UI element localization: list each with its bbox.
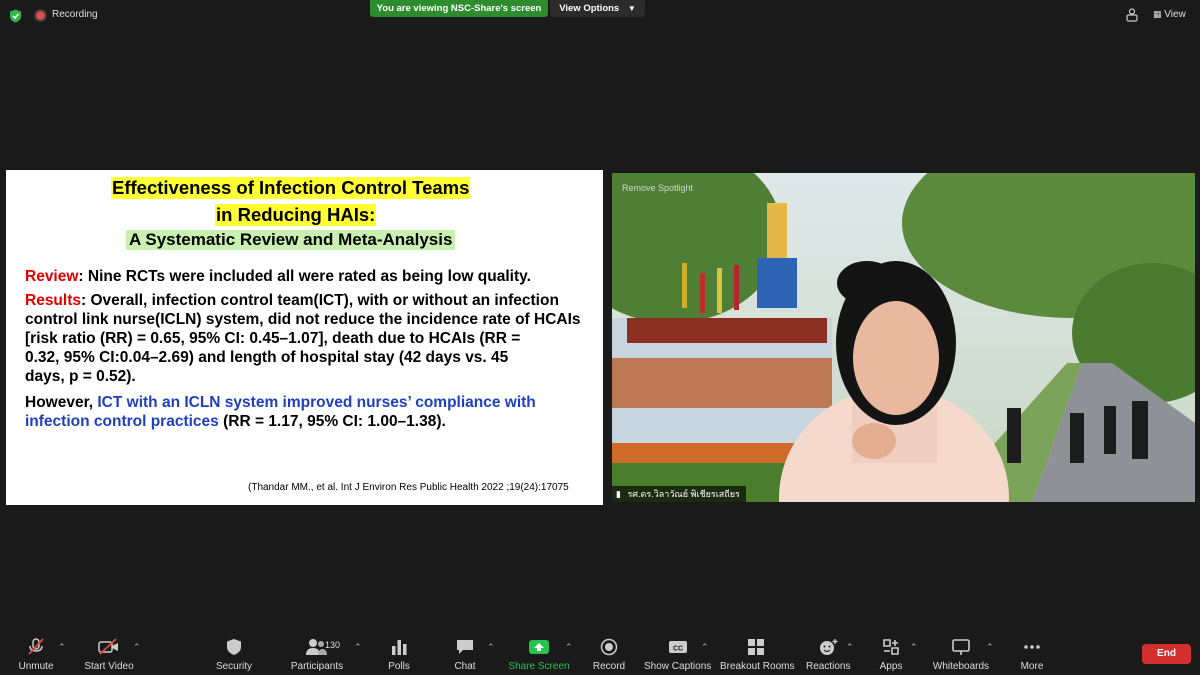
results-line-1: Results: Overall, infection control team… xyxy=(25,291,559,311)
whiteboards-options-chevron-icon[interactable]: ⌃ xyxy=(986,642,994,653)
chat-bubble-icon xyxy=(457,640,473,654)
captions-options-chevron-icon[interactable]: ⌃ xyxy=(701,642,709,653)
shield-icon xyxy=(227,639,241,655)
viewing-share-banner: You are viewing NSC-Share's screen xyxy=(370,0,548,17)
breakout-rooms-grid-icon xyxy=(748,639,764,655)
polls-bar-chart-icon xyxy=(392,640,407,655)
polls-label: Polls xyxy=(388,661,410,672)
whiteboards-button[interactable]: Whiteboards xyxy=(930,630,992,675)
results-text-1: : Overall, infection control team(ICT), … xyxy=(81,292,559,309)
show-captions-label: Show Captions xyxy=(644,661,712,672)
slide-subtitle: A Systematic Review and Meta-Analysis xyxy=(126,230,456,250)
recording-dot-icon xyxy=(36,11,45,20)
video-camera-off-icon xyxy=(98,638,118,655)
view-options-label: View Options xyxy=(559,3,620,14)
however-line-1: However, ICT with an ICLN system improve… xyxy=(25,393,536,413)
shield-check-icon[interactable] xyxy=(9,9,22,23)
however-prefix: However, xyxy=(25,394,98,411)
more-label: More xyxy=(1020,661,1044,672)
share-options-chevron-icon[interactable]: ⌃ xyxy=(565,642,573,653)
chevron-down-icon: ▼ xyxy=(627,4,636,13)
video-options-chevron-icon[interactable]: ⌃ xyxy=(133,642,141,653)
top-bar: Recording You are viewing NSC-Share's sc… xyxy=(0,0,1200,30)
share-screen-arrow-icon xyxy=(529,640,549,654)
participants-options-chevron-icon[interactable]: ⌃ xyxy=(354,642,362,653)
closed-captions-icon: CC xyxy=(668,641,687,653)
signal-bars-icon: ▮ xyxy=(616,489,621,499)
however-suffix: (RR = 1.17, 95% CI: 1.00–1.38). xyxy=(218,413,446,430)
reactions-button[interactable]: Reactions xyxy=(806,630,850,675)
participant-name-tag: ▮ รศ.ดร.วิลาวัณย์ พิเชียรเสถียร xyxy=(612,486,746,502)
apps-label: Apps xyxy=(879,661,903,672)
chat-options-chevron-icon[interactable]: ⌃ xyxy=(487,642,495,653)
more-dots-icon xyxy=(1024,645,1040,649)
review-text: : Nine RCTs were included all were rated… xyxy=(78,268,531,285)
share-screen-button[interactable]: Share Screen xyxy=(507,630,571,675)
participant-name: รศ.ดร.วิลาวัณย์ พิเชียรเสถียร xyxy=(627,489,740,499)
view-grid-icon: ▦ xyxy=(1153,9,1162,19)
participants-button[interactable]: 130 Participants xyxy=(287,630,347,675)
slide-title-line2: in Reducing HAIs: xyxy=(215,204,377,226)
chat-label: Chat xyxy=(454,661,476,672)
speaker-video-tile[interactable]: Remove Spotlight ▮ รศ.ดร.วิลาวัณย์ พิเชี… xyxy=(612,173,1195,502)
whiteboards-label: Whiteboards xyxy=(932,661,990,672)
video-background-scene xyxy=(612,173,1195,502)
results-line-3: [risk ratio (RR) = 0.65, 95% CI: 0.45–1.… xyxy=(25,330,521,347)
audio-options-chevron-icon[interactable]: ⌃ xyxy=(58,642,66,653)
reactions-label: Reactions xyxy=(806,661,851,672)
review-paragraph: Review: Nine RCTs were included all were… xyxy=(25,267,531,287)
remove-spotlight-button[interactable]: Remove Spotlight xyxy=(622,183,693,193)
microphone-muted-icon xyxy=(28,638,44,655)
record-label: Record xyxy=(592,661,626,672)
view-button[interactable]: ▦ View xyxy=(1153,9,1186,20)
svg-text:CC: CC xyxy=(672,646,682,653)
meeting-toolbar: Unmute ⌃ Start Video ⌃ Security 130 Part… xyxy=(0,630,1200,675)
apps-button[interactable]: Apps xyxy=(873,630,909,675)
results-line-4: 0.32, 95% CI:0.04–2.69) and length of ho… xyxy=(25,349,509,366)
unmute-label: Unmute xyxy=(18,661,54,672)
breakout-rooms-label: Breakout Rooms xyxy=(720,661,795,672)
share-screen-label: Share Screen xyxy=(508,661,570,672)
apps-options-chevron-icon[interactable]: ⌃ xyxy=(910,642,918,653)
immersive-view-icon[interactable] xyxy=(1126,8,1138,22)
security-button[interactable]: Security xyxy=(213,630,255,675)
chat-button[interactable]: Chat xyxy=(447,630,483,675)
more-button[interactable]: More xyxy=(1015,630,1049,675)
start-video-button[interactable]: Start Video xyxy=(80,630,138,675)
view-label: View xyxy=(1164,9,1186,20)
slide-citation: (Thandar MM., et al. Int J Environ Res P… xyxy=(248,482,569,493)
participants-label: Participants xyxy=(290,661,344,672)
unmute-button[interactable]: Unmute xyxy=(14,630,58,675)
slide-title-line1: Effectiveness of Infection Control Teams xyxy=(111,177,471,199)
however-highlight-1: ICT with an ICLN system improved nurses’… xyxy=(97,394,536,411)
reactions-smiley-icon xyxy=(820,639,838,655)
record-button[interactable]: Record xyxy=(590,630,628,675)
record-icon xyxy=(600,638,618,656)
results-line-2: control link nurse(ICLN) system, did not… xyxy=(25,311,581,328)
polls-button[interactable]: Polls xyxy=(380,630,418,675)
security-label: Security xyxy=(215,661,253,672)
however-highlight-2: infection control practices xyxy=(25,413,219,430)
view-options-button[interactable]: View Options ▼ xyxy=(550,0,645,17)
reactions-options-chevron-icon[interactable]: ⌃ xyxy=(846,642,854,653)
apps-icon xyxy=(883,639,899,655)
shared-screen-slide: Effectiveness of Infection Control Teams… xyxy=(6,170,603,505)
results-label: Results xyxy=(25,292,81,309)
results-line-5: days, p = 0.52). xyxy=(25,368,136,385)
whiteboard-icon xyxy=(952,639,970,655)
review-label: Review xyxy=(25,268,79,285)
end-meeting-button[interactable]: End xyxy=(1142,644,1191,664)
however-line-2: infection control practices (RR = 1.17, … xyxy=(25,412,446,432)
recording-label[interactable]: Recording xyxy=(52,9,98,20)
start-video-label: Start Video xyxy=(84,661,134,672)
breakout-rooms-button[interactable]: Breakout Rooms xyxy=(720,630,795,675)
participants-count: 130 xyxy=(325,640,341,650)
